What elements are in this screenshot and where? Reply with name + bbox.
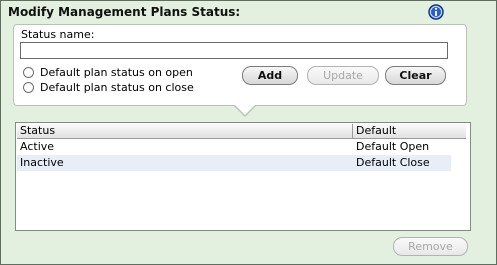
radio-default-open-label: Default plan status on open bbox=[40, 66, 193, 79]
default-cell: Default Close bbox=[356, 156, 430, 169]
radio-button[interactable] bbox=[23, 82, 34, 93]
radio-default-close[interactable]: Default plan status on close bbox=[23, 81, 194, 94]
panel-title: Modify Management Plans Status: bbox=[8, 5, 241, 19]
radio-button[interactable] bbox=[23, 67, 34, 78]
radio-default-close-label: Default plan status on close bbox=[40, 81, 194, 94]
modify-status-panel: Modify Management Plans Status: Status n… bbox=[0, 0, 497, 265]
update-button[interactable]: Update bbox=[307, 66, 379, 85]
status-cell: Active bbox=[20, 140, 55, 153]
status-cell: Inactive bbox=[20, 156, 64, 169]
radio-default-open[interactable]: Default plan status on open bbox=[23, 66, 193, 79]
add-button[interactable]: Add bbox=[242, 66, 298, 85]
column-header-status[interactable]: Status bbox=[20, 124, 55, 138]
table-row[interactable]: Inactive Default Close bbox=[17, 155, 451, 171]
info-icon[interactable] bbox=[428, 4, 444, 20]
default-cell: Default Open bbox=[356, 140, 430, 153]
status-name-label: Status name: bbox=[21, 28, 95, 41]
status-name-input[interactable] bbox=[20, 42, 448, 59]
table-header: Status Default bbox=[17, 124, 466, 139]
remove-button[interactable]: Remove bbox=[393, 237, 468, 256]
status-table: Status Default Active Default Open Inact… bbox=[15, 122, 471, 231]
table-row[interactable]: Active Default Open bbox=[17, 139, 451, 155]
panel-notch bbox=[233, 103, 257, 115]
column-header-default[interactable]: Default bbox=[352, 124, 396, 138]
clear-button[interactable]: Clear bbox=[385, 66, 446, 85]
